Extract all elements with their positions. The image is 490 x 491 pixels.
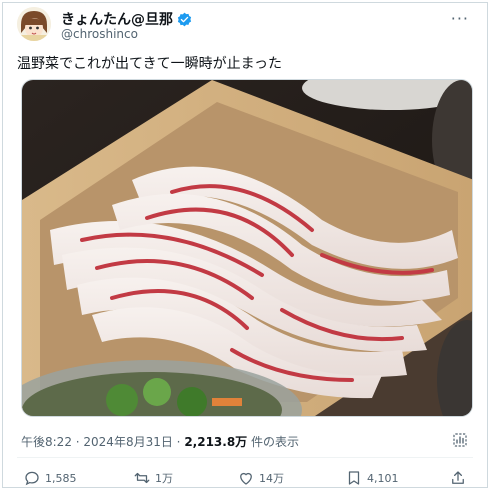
tweet-time[interactable]: 午後8:22 [21,435,72,449]
bookmark-button[interactable]: 4,101 [345,469,399,487]
display-name[interactable]: きょんたん@旦那 [61,9,173,29]
like-count: 14万 [259,472,284,485]
meta-separator: · [172,435,185,449]
view-count: 2,213.8万 [184,435,248,449]
meta-separator: · [71,435,84,449]
share-icon [452,471,464,484]
analytics-icon[interactable] [451,431,469,449]
like-icon [240,472,252,485]
bookmark-count: 4,101 [367,471,399,485]
tweet-photo[interactable] [21,79,473,417]
share-button[interactable] [449,469,467,487]
reply-icon [25,471,39,486]
action-bar: 1,585 1万 14万 4,101 [23,469,467,491]
divider [17,457,473,458]
reply-count: 1,585 [45,471,77,485]
bookmark-icon [348,471,360,485]
avatar[interactable] [17,7,51,41]
repost-button[interactable]: 1万 [133,469,173,487]
tweet-text: 温野菜でこれが出てきて一瞬時が止まった [17,56,283,72]
handle[interactable]: @chroshinco [61,27,138,41]
photo-pork-slices-in-wooden-box [22,80,472,416]
tweet-date[interactable]: 2024年8月31日 [83,435,172,449]
name-row: きょんたん@旦那 [61,9,192,29]
verified-icon [177,12,192,26]
tweet-header: きょんたん@旦那 @chroshinco ··· [17,7,477,45]
view-count-label: 件の表示 [247,435,300,449]
reply-button[interactable]: 1,585 [23,469,77,487]
more-icon[interactable]: ··· [451,9,469,28]
like-button[interactable]: 14万 [237,469,284,487]
repost-count: 1万 [155,472,173,485]
tweet-card: きょんたん@旦那 @chroshinco ··· 温野菜でこれが出てきて一瞬時が… [2,2,488,488]
tweet-meta: 午後8:22 · 2024年8月31日 · 2,213.8万 件の表示 [21,433,299,450]
repost-icon [134,472,150,484]
